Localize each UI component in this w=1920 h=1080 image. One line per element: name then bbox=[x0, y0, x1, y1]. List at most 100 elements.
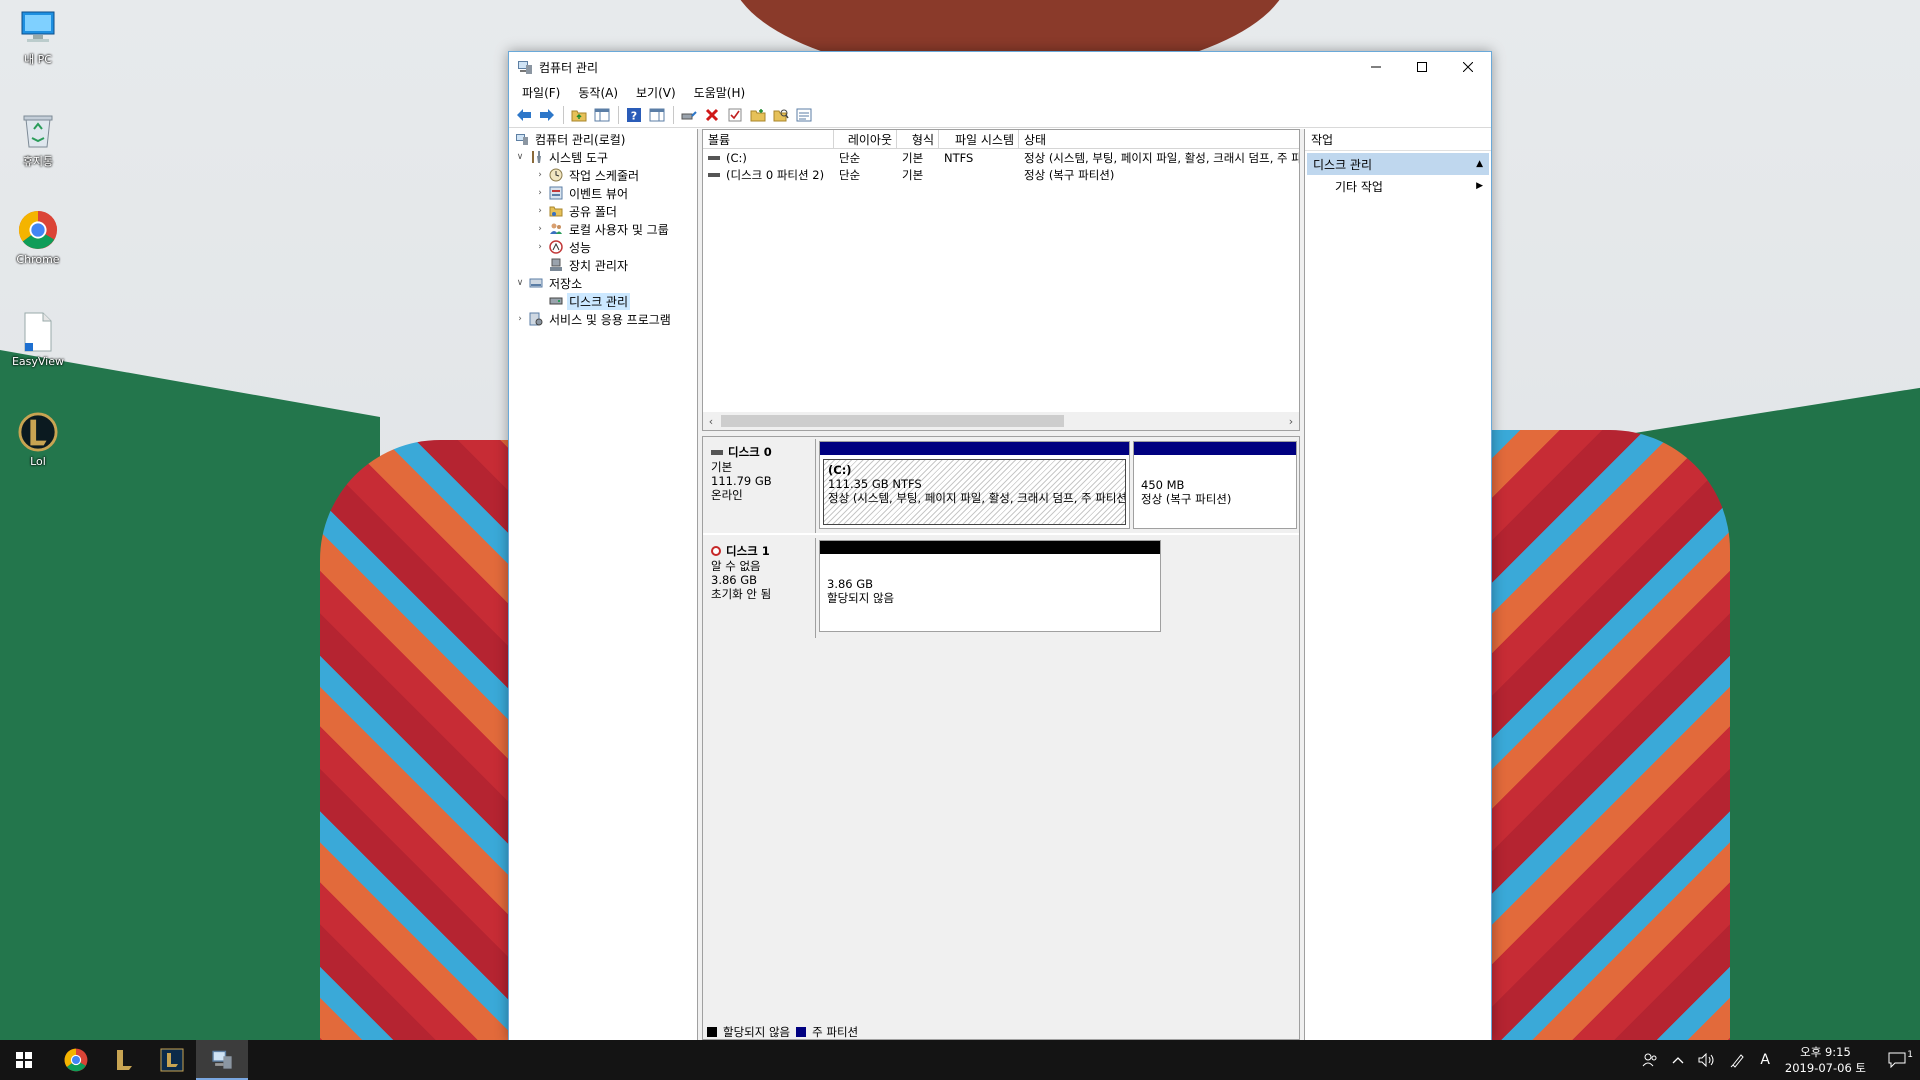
partition-unallocated-body: 3.86 GB 할당되지 않음 bbox=[823, 558, 1157, 628]
taskbar: A 오후 9:15 2019-07-06 토 1 bbox=[0, 1040, 1920, 1080]
desktop-icon-label: EasyView bbox=[11, 355, 65, 368]
partition-c-name: (C:) bbox=[828, 463, 852, 477]
legend: 할당되지 않음 주 파티션 bbox=[707, 1025, 858, 1039]
notification-count: 1 bbox=[1906, 1050, 1914, 1060]
chevron-up-icon bbox=[1672, 1057, 1684, 1064]
partition-c[interactable]: (C:) 111.35 GB NTFS 정상 (시스템, 부팅, 페이지 파일,… bbox=[819, 441, 1130, 529]
column-header-status[interactable]: 상태 bbox=[1019, 130, 1299, 149]
speaker-icon bbox=[1698, 1053, 1714, 1067]
tree-item-computer-management[interactable]: 컴퓨터 관리(로컬) bbox=[509, 130, 697, 148]
taskbar-league-client[interactable] bbox=[100, 1040, 148, 1080]
scroll-left-icon[interactable]: ‹ bbox=[703, 415, 719, 428]
desktop-icon-lol[interactable]: Lol bbox=[8, 412, 68, 468]
title-bar[interactable]: 컴퓨터 관리 bbox=[509, 52, 1491, 82]
people-icon bbox=[1642, 1053, 1657, 1067]
device-manager-icon bbox=[548, 258, 564, 272]
primary-partition-bar bbox=[1134, 442, 1296, 455]
horizontal-scrollbar[interactable]: ‹ › bbox=[703, 412, 1299, 430]
disk-graphical-view: 디스크 0 기본 111.79 GB 온라인 (C:) 111.35 GB NT… bbox=[702, 436, 1300, 1040]
scroll-right-icon[interactable]: › bbox=[1283, 415, 1299, 428]
menu-help[interactable]: 도움말(H) bbox=[685, 84, 755, 101]
partition-recovery[interactable]: 450 MB 정상 (복구 파티션) bbox=[1133, 441, 1297, 529]
properties-button[interactable] bbox=[793, 104, 815, 126]
folder-search-icon bbox=[773, 109, 789, 121]
wallpaper-sweater-right bbox=[1480, 430, 1730, 1040]
new-volume-button[interactable] bbox=[747, 104, 769, 126]
chevron-down-icon[interactable]: ∨ bbox=[514, 152, 526, 162]
menu-action[interactable]: 동작(A) bbox=[569, 84, 627, 101]
volume-row[interactable]: (C:) 단순 기본 NTFS 정상 (시스템, 부팅, 페이지 파일, 활성,… bbox=[703, 149, 1299, 166]
actions-section-disk-management[interactable]: 디스크 관리 ▲ bbox=[1307, 153, 1489, 175]
partition-recovery-size: 450 MB bbox=[1141, 478, 1185, 492]
chevron-down-icon[interactable]: ∨ bbox=[514, 278, 526, 288]
delete-button[interactable] bbox=[701, 104, 723, 126]
minimize-button[interactable] bbox=[1353, 52, 1399, 82]
desktop-icon-recycle-bin[interactable]: 휴지통 bbox=[8, 110, 68, 169]
column-header-volume[interactable]: 볼륨 bbox=[703, 130, 834, 149]
chevron-right-icon[interactable]: › bbox=[534, 242, 546, 252]
taskbar-computer-management[interactable] bbox=[196, 1040, 248, 1080]
volume-button[interactable] bbox=[1691, 1053, 1723, 1067]
column-header-file-system[interactable]: 파일 시스템 bbox=[939, 130, 1019, 149]
tree-item-performance[interactable]: › 성능 bbox=[509, 238, 697, 256]
tree-item-storage[interactable]: ∨ 저장소 bbox=[509, 274, 697, 292]
taskbar-chrome[interactable] bbox=[52, 1040, 100, 1080]
disk-1-label[interactable]: 디스크 1 알 수 없음 3.86 GB 초기화 안 됨 bbox=[703, 538, 816, 638]
volume-row[interactable]: (디스크 0 파티션 2) 단순 기본 정상 (복구 파티션) bbox=[703, 166, 1299, 183]
scrollbar-track[interactable] bbox=[719, 414, 1283, 428]
tree-item-services-apps[interactable]: › 서비스 및 응용 프로그램 bbox=[509, 310, 697, 328]
tree-item-device-manager[interactable]: 장치 관리자 bbox=[509, 256, 697, 274]
tree-item-disk-management[interactable]: 디스크 관리 bbox=[509, 292, 697, 310]
back-button[interactable] bbox=[513, 104, 535, 126]
disk-0-label[interactable]: 디스크 0 기본 111.79 GB 온라인 bbox=[703, 439, 816, 533]
column-header-layout[interactable]: 레이아웃 bbox=[834, 130, 897, 149]
chevron-right-icon[interactable]: › bbox=[534, 224, 546, 234]
tree-item-system-tools[interactable]: ∨ 시스템 도구 bbox=[509, 148, 697, 166]
search-folder-button[interactable] bbox=[770, 104, 792, 126]
shared-folder-icon bbox=[548, 204, 564, 218]
menu-view[interactable]: 보기(V) bbox=[627, 84, 685, 101]
show-hidden-icons-button[interactable] bbox=[1665, 1056, 1691, 1064]
chevron-right-icon[interactable]: › bbox=[514, 314, 526, 324]
tree-item-local-users[interactable]: › 로컬 사용자 및 그룹 bbox=[509, 220, 697, 238]
event-viewer-icon bbox=[548, 186, 564, 200]
chevron-right-icon[interactable]: › bbox=[534, 188, 546, 198]
action-center-button[interactable]: 1 bbox=[1874, 1050, 1920, 1068]
clock[interactable]: 오후 9:15 2019-07-06 토 bbox=[1777, 1044, 1874, 1076]
menu-file[interactable]: 파일(F) bbox=[513, 84, 569, 101]
legend-swatch-primary bbox=[796, 1027, 807, 1037]
collapse-up-icon[interactable]: ▲ bbox=[1476, 159, 1483, 169]
disk-icon bbox=[711, 449, 723, 455]
chrome-icon bbox=[18, 210, 58, 250]
up-folder-button[interactable] bbox=[568, 104, 590, 126]
close-button[interactable] bbox=[1445, 52, 1491, 82]
desktop-icon-chrome[interactable]: Chrome bbox=[8, 210, 68, 266]
show-hide-tree-button[interactable] bbox=[591, 104, 613, 126]
tree-item-task-scheduler[interactable]: › 작업 스케줄러 bbox=[509, 166, 697, 184]
connect-button[interactable] bbox=[678, 104, 700, 126]
desktop-icon-my-pc[interactable]: 내 PC bbox=[8, 8, 68, 67]
start-button[interactable] bbox=[0, 1040, 48, 1080]
chevron-right-icon[interactable]: › bbox=[534, 206, 546, 216]
maximize-button[interactable] bbox=[1399, 52, 1445, 82]
action-more-actions[interactable]: 기타 작업 ▶ bbox=[1305, 175, 1491, 197]
recycle-bin-icon bbox=[18, 110, 58, 150]
tree-item-shared-folders[interactable]: › 공유 폴더 bbox=[509, 202, 697, 220]
unallocated-size: 3.86 GB bbox=[827, 577, 874, 591]
pen-button[interactable] bbox=[1723, 1052, 1753, 1068]
chevron-right-icon[interactable]: › bbox=[534, 170, 546, 180]
desktop-icon-easyview[interactable]: EasyView bbox=[8, 312, 68, 368]
system-tray: A 오후 9:15 2019-07-06 토 1 bbox=[1635, 1040, 1920, 1080]
ime-indicator[interactable]: A bbox=[1753, 1052, 1777, 1068]
scrollbar-thumb[interactable] bbox=[721, 415, 1064, 427]
partition-unallocated[interactable]: 3.86 GB 할당되지 않음 bbox=[819, 540, 1161, 632]
forward-button[interactable] bbox=[536, 104, 558, 126]
show-action-pane-button[interactable] bbox=[646, 104, 668, 126]
check-button[interactable] bbox=[724, 104, 746, 126]
disk-1-state: 초기화 안 됨 bbox=[711, 587, 772, 601]
help-button[interactable]: ? bbox=[623, 104, 645, 126]
taskbar-league-launcher[interactable] bbox=[148, 1040, 196, 1080]
people-button[interactable] bbox=[1635, 1052, 1665, 1068]
tree-item-event-viewer[interactable]: › 이벤트 뷰어 bbox=[509, 184, 697, 202]
column-header-type[interactable]: 형식 bbox=[897, 130, 939, 149]
